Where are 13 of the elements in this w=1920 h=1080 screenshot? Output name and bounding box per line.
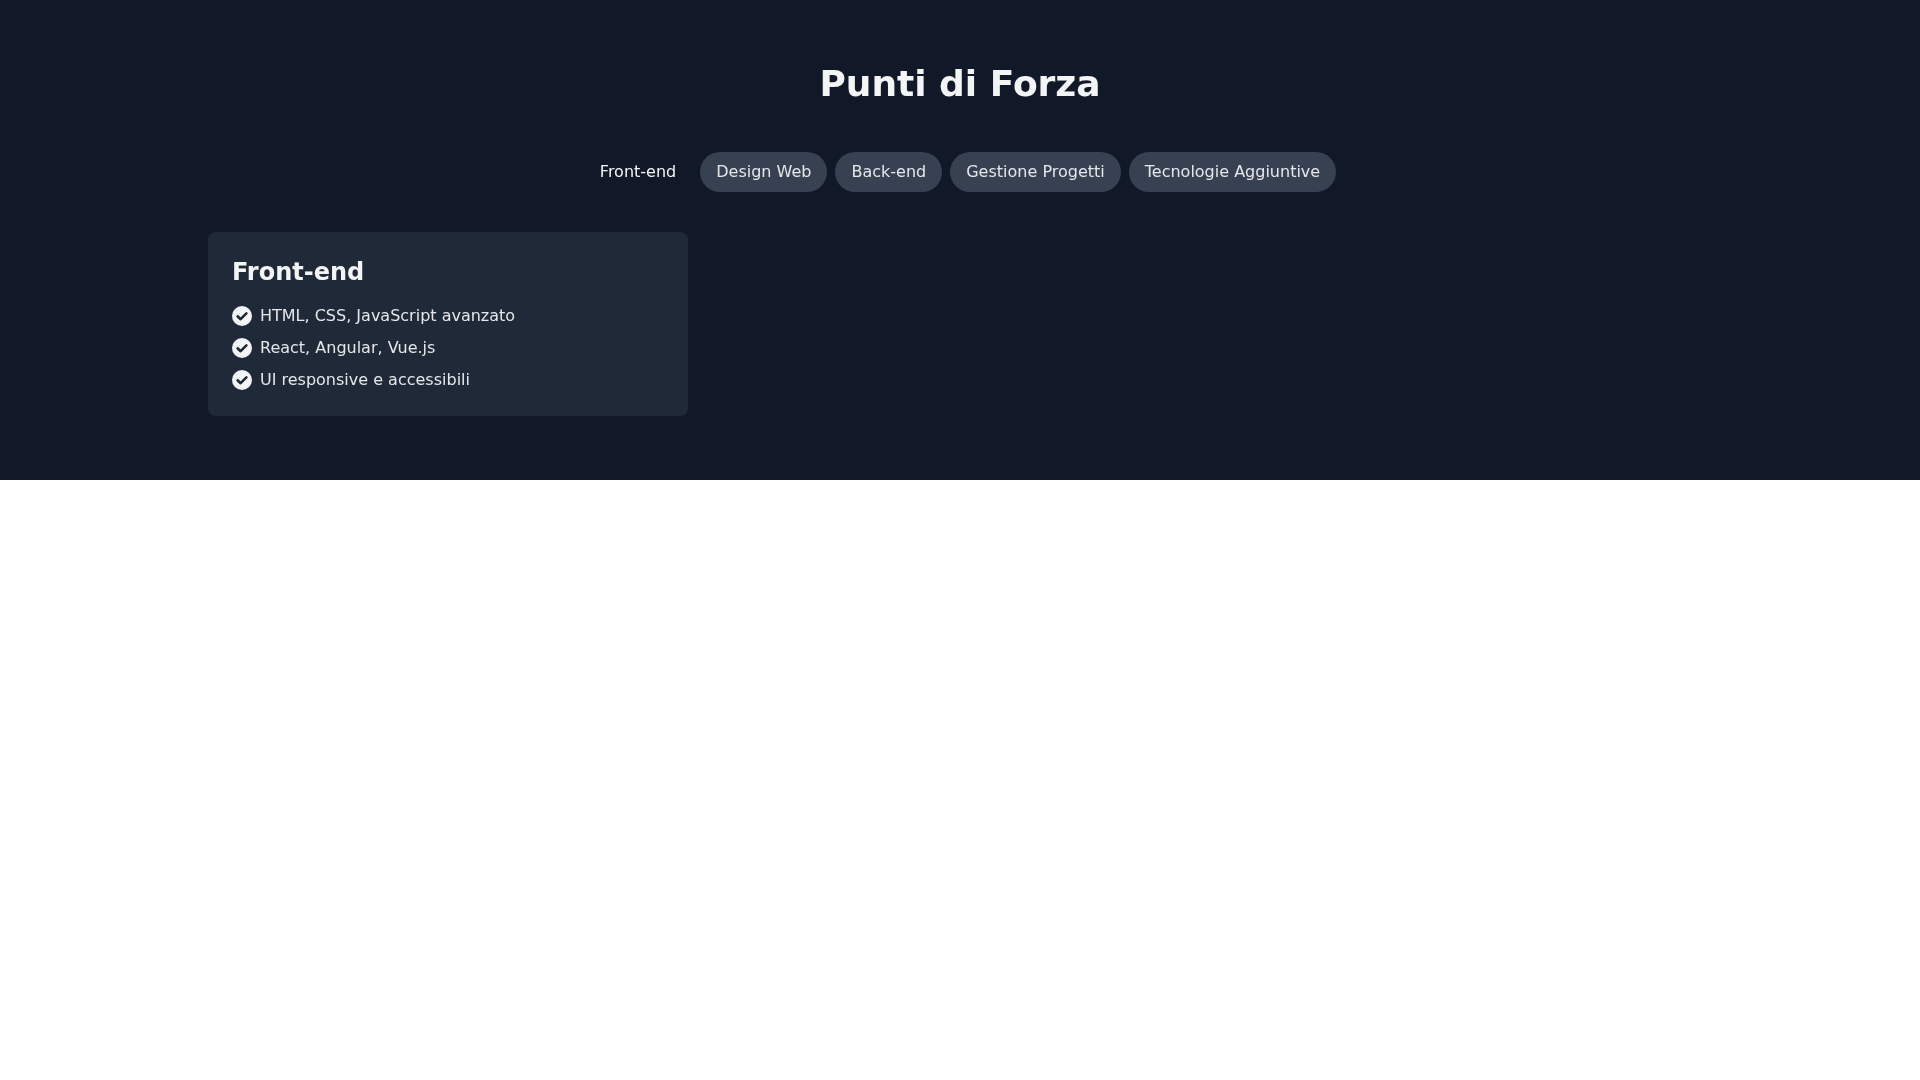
category-tab[interactable]: Tecnologie Aggiuntive (1128, 152, 1337, 192)
check-circle-icon (232, 338, 252, 358)
skill-item-text: React, Angular, Vue.js (260, 337, 436, 359)
check-circle-icon (232, 370, 252, 390)
skill-item-text: HTML, CSS, JavaScript avanzato (260, 305, 516, 327)
category-tab[interactable]: Design Web (700, 152, 828, 192)
card-title: Front-end (232, 257, 365, 288)
check-circle-icon (232, 306, 252, 326)
skill-item-text: UI responsive e accessibili (260, 369, 470, 391)
section-title: Punti di Forza (819, 64, 1101, 104)
category-tab[interactable]: Gestione Progetti (950, 152, 1121, 192)
category-tab[interactable]: Back-end (835, 152, 943, 192)
category-tab[interactable]: Front-end (583, 152, 693, 192)
